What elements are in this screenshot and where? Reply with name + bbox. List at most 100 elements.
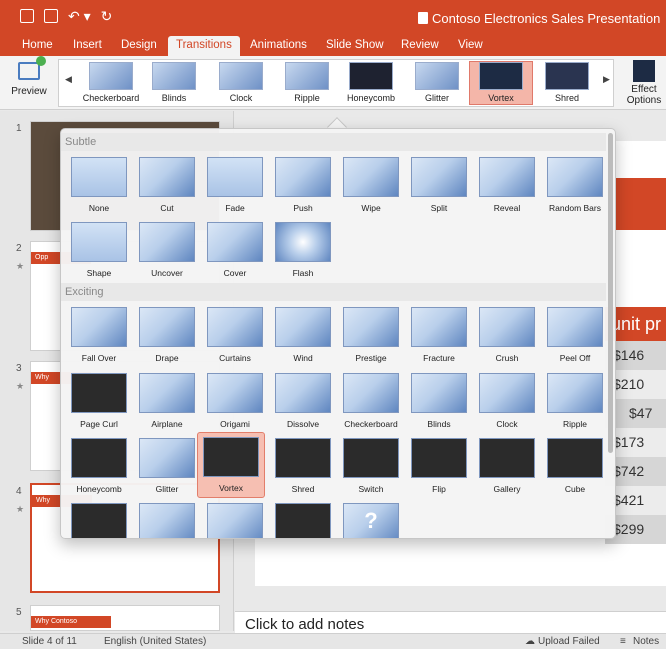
origami-thumbnail	[207, 373, 263, 413]
gallery-item-label: Checkerboard	[82, 93, 140, 103]
transition-cut[interactable]: Cut	[133, 153, 201, 217]
gallery-item-clock[interactable]: Clock	[209, 62, 273, 103]
gallery-item-ripple[interactable]: Ripple	[275, 62, 339, 103]
transition-partial-2[interactable]	[133, 499, 201, 538]
redo-icon[interactable]: ↻	[101, 9, 113, 23]
transition-shape[interactable]: Shape	[65, 218, 133, 282]
quick-access-toolbar: ↶ ▾ ↻	[20, 9, 112, 23]
flip-thumbnail	[411, 438, 467, 478]
tab-design[interactable]: Design	[121, 39, 157, 51]
gallery-item-honeycomb[interactable]: Honeycomb	[339, 62, 403, 103]
effect-options-icon	[633, 60, 655, 82]
tab-slide-show[interactable]: Slide Show	[326, 39, 384, 51]
transition-fall-over[interactable]: Fall Over	[65, 303, 133, 367]
fall-over-thumbnail	[71, 307, 127, 347]
thumbnail-title: Why Contoso	[31, 616, 111, 628]
blinds-thumbnail	[152, 62, 196, 90]
gallery-right-arrow-icon[interactable]: ▶	[603, 74, 610, 85]
transition-switch[interactable]: Switch	[337, 434, 405, 498]
transition-ripple[interactable]: Ripple	[541, 369, 609, 433]
transition-cube[interactable]: Cube	[541, 434, 609, 498]
tab-animations[interactable]: Animations	[250, 39, 307, 51]
gallery-item-vortex[interactable]: Vortex	[469, 61, 533, 105]
transition-label: Uncover	[151, 268, 183, 278]
transition-flip[interactable]: Flip	[405, 434, 473, 498]
effect-options-button[interactable]: Effect Options	[624, 60, 664, 106]
title-bar: ↶ ▾ ↻ Contoso Electronics Sales Presenta…	[0, 0, 666, 36]
transition-partial-3[interactable]	[201, 499, 269, 538]
save-icon[interactable]	[44, 9, 58, 23]
gallery-item-glitter[interactable]: Glitter	[405, 62, 469, 103]
transition-prestige[interactable]: Prestige	[337, 303, 405, 367]
transition-flash[interactable]: Flash	[269, 218, 337, 282]
undo-icon[interactable]: ↶ ▾	[68, 9, 91, 23]
gallery-item-label: Clock	[229, 93, 253, 103]
language-indicator[interactable]: English (United States)	[104, 636, 206, 647]
comb-thumbnail	[207, 503, 263, 538]
transition-gallery: ◀ Checkerboard Blinds Clock Ripple Honey…	[58, 59, 614, 107]
gallery-left-arrow-icon[interactable]: ◀	[65, 74, 72, 85]
transition-page-curl[interactable]: Page Curl	[65, 369, 133, 433]
tab-insert[interactable]: Insert	[73, 39, 102, 51]
transition-fade[interactable]: Fade	[201, 153, 269, 217]
split-thumbnail	[411, 157, 467, 197]
notes-pane[interactable]: Click to add notes	[235, 611, 666, 633]
transition-label: Fall Over	[81, 353, 117, 363]
slide-thumbnail-5[interactable]: Why Contoso	[30, 605, 220, 631]
transition-wipe[interactable]: Wipe	[337, 153, 405, 217]
transition-blinds[interactable]: Blinds	[405, 369, 473, 433]
transition-none[interactable]: None	[65, 153, 133, 217]
transition-crush[interactable]: Crush	[473, 303, 541, 367]
sidebar-toggle-icon[interactable]	[20, 9, 34, 23]
powerpoint-file-icon	[418, 12, 428, 24]
clock-thumbnail	[479, 373, 535, 413]
transition-label: Cube	[564, 484, 586, 494]
drape-thumbnail	[139, 307, 195, 347]
transition-origami[interactable]: Origami	[201, 369, 269, 433]
slide-number: 5	[16, 607, 22, 618]
transition-fracture[interactable]: Fracture	[405, 303, 473, 367]
transition-peel-off[interactable]: Peel Off	[541, 303, 609, 367]
transition-glitter[interactable]: Glitter	[133, 434, 201, 498]
transition-wind[interactable]: Wind	[269, 303, 337, 367]
transition-vortex[interactable]: Vortex	[197, 432, 265, 498]
cube-thumbnail	[547, 438, 603, 478]
transition-gallery[interactable]: Gallery	[473, 434, 541, 498]
tab-review[interactable]: Review	[401, 39, 439, 51]
transition-label: Glitter	[155, 484, 179, 494]
tab-transitions[interactable]: Transitions	[168, 36, 240, 56]
transition-drape[interactable]: Drape	[133, 303, 201, 367]
transition-airplane[interactable]: Airplane	[133, 369, 201, 433]
honeycomb-thumbnail	[349, 62, 393, 90]
gallery-item-blinds[interactable]: Blinds	[142, 62, 206, 103]
transition-shred[interactable]: Shred	[269, 434, 337, 498]
uncover-thumbnail	[139, 222, 195, 262]
upload-status[interactable]: Upload Failed	[538, 636, 600, 647]
transition-cover[interactable]: Cover	[201, 218, 269, 282]
transition-push[interactable]: Push	[269, 153, 337, 217]
popup-scrollbar[interactable]	[608, 133, 613, 453]
transition-label: Shred	[291, 484, 315, 494]
transition-random-bars[interactable]: Random Bars	[541, 153, 609, 217]
transition-partial-4[interactable]	[269, 499, 337, 538]
transition-curtains[interactable]: Curtains	[201, 303, 269, 367]
tab-home[interactable]: Home	[22, 39, 53, 51]
transition-honeycomb[interactable]: Honeycomb	[65, 434, 133, 498]
transition-label: Shape	[86, 268, 112, 278]
gallery-item-shred[interactable]: Shred	[535, 62, 599, 103]
transition-label: Curtains	[219, 353, 251, 363]
tab-view[interactable]: View	[458, 39, 483, 51]
transition-dissolve[interactable]: Dissolve	[269, 369, 337, 433]
preview-button[interactable]: Preview	[8, 56, 50, 97]
gallery-item-checkerboard[interactable]: Checkerboard	[79, 62, 143, 103]
notes-toggle[interactable]: Notes	[633, 636, 659, 647]
transition-partial-1[interactable]	[65, 499, 133, 538]
transition-clock[interactable]: Clock	[473, 369, 541, 433]
peel-off-thumbnail	[547, 307, 603, 347]
transition-reveal[interactable]: Reveal	[473, 153, 541, 217]
transition-split[interactable]: Split	[405, 153, 473, 217]
transition-uncover[interactable]: Uncover	[133, 218, 201, 282]
wind-thumbnail	[275, 307, 331, 347]
transition-checkerboard[interactable]: Checkerboard	[337, 369, 405, 433]
transition-partial-5[interactable]: ?	[337, 499, 405, 538]
